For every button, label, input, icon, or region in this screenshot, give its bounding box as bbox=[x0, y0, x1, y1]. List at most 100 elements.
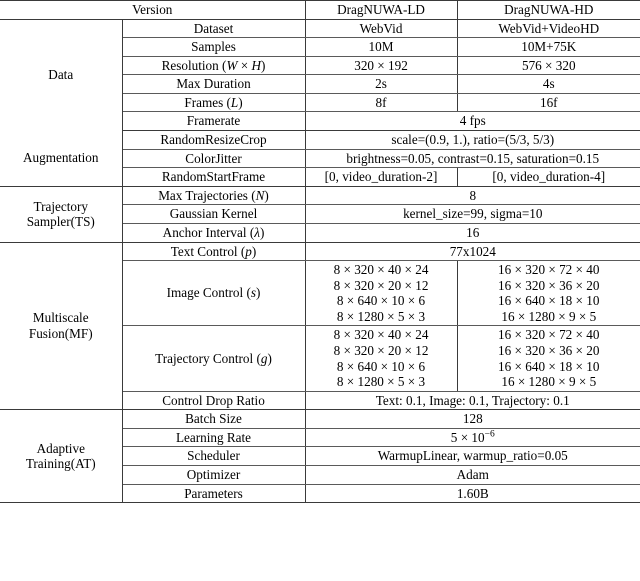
text-control-label-prefix: Text Control ( bbox=[170, 243, 246, 259]
value-resolution-ld: 320 × 192 bbox=[304, 56, 458, 76]
learning-rate-base: 5 × 10 bbox=[450, 429, 485, 445]
trajectory-control-hd-line-3: 16 × 640 × 18 × 10 bbox=[498, 358, 600, 374]
row-label-control-drop-ratio: Control Drop Ratio bbox=[122, 391, 306, 411]
resolution-symbol-h: H bbox=[251, 57, 261, 73]
value-frames-hd: 16f bbox=[456, 93, 640, 113]
image-control-ld-line-2: 8 × 320 × 20 × 12 bbox=[333, 277, 429, 293]
value-anchor-interval: 16 bbox=[304, 223, 640, 243]
anchor-interval-label-suffix: ) bbox=[259, 224, 265, 240]
trajectory-control-hd-line-4: 16 × 1280 × 9 × 5 bbox=[501, 374, 597, 390]
frames-label-suffix: ) bbox=[238, 94, 243, 110]
category-multiscale-fusion-line1: Multiscale bbox=[32, 310, 89, 326]
row-label-color-jitter: ColorJitter bbox=[122, 149, 306, 169]
header-col-hd: DragNUWA-HD bbox=[456, 0, 640, 20]
max-trajectories-label-prefix: Max Trajectories ( bbox=[158, 187, 256, 203]
value-image-control-hd: 16 × 320 × 72 × 40 16 × 320 × 36 × 20 16… bbox=[456, 260, 640, 327]
resolution-label-prefix: Resolution ( bbox=[161, 57, 227, 73]
row-label-scheduler: Scheduler bbox=[122, 446, 306, 467]
table-row-dataset: Data Dataset WebVid WebVid+VideoHD bbox=[0, 19, 640, 131]
value-batch-size: 128 bbox=[304, 409, 640, 429]
value-scheduler: WarmupLinear, warmup_ratio=0.05 bbox=[304, 446, 640, 467]
value-trajectory-control-hd: 16 × 320 × 72 × 40 16 × 320 × 36 × 20 16… bbox=[456, 325, 640, 392]
value-dataset-ld: WebVid bbox=[304, 19, 458, 39]
row-label-samples: Samples bbox=[122, 37, 306, 57]
row-label-resolution: Resolution (W × H) bbox=[122, 56, 306, 76]
image-control-ld-line-1: 8 × 320 × 40 × 24 bbox=[333, 262, 429, 278]
row-label-framerate: Framerate bbox=[122, 111, 306, 132]
value-frames-ld: 8f bbox=[304, 93, 458, 113]
row-label-image-control: Image Control (s) bbox=[122, 260, 306, 327]
category-trajectory-sampler-line1: Trajectory bbox=[33, 198, 88, 214]
trajectory-control-label-suffix: ) bbox=[267, 350, 272, 366]
category-trajectory-sampler: Trajectory Sampler(TS) bbox=[0, 186, 123, 243]
category-augmentation: Augmentation bbox=[0, 130, 123, 187]
table-row-batch-size: Adaptive Training(AT) Batch Size 128 bbox=[0, 409, 640, 504]
value-image-control-ld: 8 × 320 × 40 × 24 8 × 320 × 20 × 12 8 × … bbox=[304, 260, 458, 327]
row-label-dataset: Dataset bbox=[122, 19, 306, 39]
table-row-text-control: Multiscale Fusion(MF) Text Control (p) 7… bbox=[0, 242, 640, 411]
category-trajectory-sampler-line2: Sampler(TS) bbox=[26, 214, 95, 230]
row-label-max-duration: Max Duration bbox=[122, 74, 306, 94]
row-label-random-resize-crop: RandomResizeCrop bbox=[122, 130, 306, 150]
value-gaussian-kernel: kernel_size=99, sigma=10 bbox=[304, 204, 640, 224]
image-control-label-suffix: ) bbox=[255, 285, 261, 301]
trajectory-control-ld-line-1: 8 × 320 × 40 × 24 bbox=[333, 327, 429, 343]
trajectory-control-ld-line-3: 8 × 640 × 10 × 6 bbox=[336, 358, 426, 374]
table-header-row: Version DragNUWA-LD DragNUWA-HD bbox=[0, 0, 640, 20]
row-label-random-start-frame: RandomStartFrame bbox=[122, 167, 306, 187]
value-text-control: 77x1024 bbox=[304, 242, 640, 262]
table-row-max-trajectories: Trajectory Sampler(TS) Max Trajectories … bbox=[0, 186, 640, 243]
value-trajectory-control-ld: 8 × 320 × 40 × 24 8 × 320 × 20 × 12 8 × … bbox=[304, 325, 458, 392]
row-label-frames: Frames (L) bbox=[122, 93, 306, 113]
row-label-max-trajectories: Max Trajectories (N) bbox=[122, 186, 306, 206]
resolution-label-suffix: ) bbox=[261, 57, 266, 73]
value-learning-rate: 5 × 10−6 bbox=[304, 428, 640, 448]
header-col-ld: DragNUWA-LD bbox=[304, 0, 458, 20]
resolution-symbol-w: W bbox=[226, 57, 238, 73]
category-multiscale-fusion-line2: Fusion(MF) bbox=[28, 325, 93, 341]
image-control-hd-line-1: 16 × 320 × 72 × 40 bbox=[498, 262, 600, 278]
table-row-random-resize-crop: Augmentation RandomResizeCrop scale=(0.9… bbox=[0, 130, 640, 187]
image-control-ld-line-4: 8 × 1280 × 5 × 3 bbox=[336, 308, 426, 324]
row-label-optimizer: Optimizer bbox=[122, 465, 306, 485]
category-adaptive-training-line1: Adaptive bbox=[36, 440, 85, 456]
category-adaptive-training-line2: Training(AT) bbox=[25, 456, 96, 472]
value-max-duration-hd: 4s bbox=[456, 74, 640, 94]
trajectory-control-ld-line-4: 8 × 1280 × 5 × 3 bbox=[336, 374, 426, 390]
value-random-start-frame-hd: [0, video_duration-4] bbox=[456, 167, 640, 187]
value-samples-hd: 10M+75K bbox=[456, 37, 640, 57]
value-optimizer: Adam bbox=[304, 465, 640, 485]
text-control-label-suffix: ) bbox=[251, 243, 257, 259]
image-control-ld-line-3: 8 × 640 × 10 × 6 bbox=[336, 293, 426, 309]
value-color-jitter: brightness=0.05, contrast=0.15, saturati… bbox=[304, 149, 640, 169]
row-label-gaussian-kernel: Gaussian Kernel bbox=[122, 204, 306, 224]
image-control-label-prefix: Image Control ( bbox=[166, 285, 251, 301]
resolution-times: × bbox=[237, 57, 252, 73]
row-label-text-control: Text Control (p) bbox=[122, 242, 306, 262]
text-control-symbol: p bbox=[245, 243, 252, 259]
category-multiscale-fusion: Multiscale Fusion(MF) bbox=[0, 242, 123, 411]
value-dataset-hd: WebVid+VideoHD bbox=[456, 19, 640, 39]
value-random-start-frame-ld: [0, video_duration-2] bbox=[304, 167, 458, 187]
value-resolution-hd: 576 × 320 bbox=[456, 56, 640, 76]
value-random-resize-crop: scale=(0.9, 1.), ratio=(5/3, 5/3) bbox=[304, 130, 640, 150]
trajectory-control-ld-line-2: 8 × 320 × 20 × 12 bbox=[333, 342, 429, 358]
max-trajectories-label-suffix: ) bbox=[264, 187, 269, 203]
row-label-parameters: Parameters bbox=[122, 484, 306, 504]
hyperparameter-table: Version DragNUWA-LD DragNUWA-HD Data Dat… bbox=[0, 0, 640, 504]
value-control-drop-ratio: Text: 0.1, Image: 0.1, Trajectory: 0.1 bbox=[304, 391, 640, 411]
header-version-label: Version bbox=[0, 0, 306, 20]
category-adaptive-training: Adaptive Training(AT) bbox=[0, 409, 123, 504]
image-control-hd-line-2: 16 × 320 × 36 × 20 bbox=[498, 277, 600, 293]
row-label-batch-size: Batch Size bbox=[122, 409, 306, 429]
category-data: Data bbox=[0, 19, 123, 131]
value-samples-ld: 10M bbox=[304, 37, 458, 57]
image-control-hd-line-4: 16 × 1280 × 9 × 5 bbox=[501, 308, 597, 324]
image-control-hd-line-3: 16 × 640 × 18 × 10 bbox=[498, 293, 600, 309]
value-parameters: 1.60B bbox=[304, 484, 640, 504]
trajectory-control-label-prefix: Trajectory Control ( bbox=[155, 350, 261, 366]
value-max-duration-ld: 2s bbox=[304, 74, 458, 94]
row-label-trajectory-control: Trajectory Control (g) bbox=[122, 325, 306, 392]
value-max-trajectories: 8 bbox=[304, 186, 640, 206]
frames-label-prefix: Frames ( bbox=[184, 94, 231, 110]
